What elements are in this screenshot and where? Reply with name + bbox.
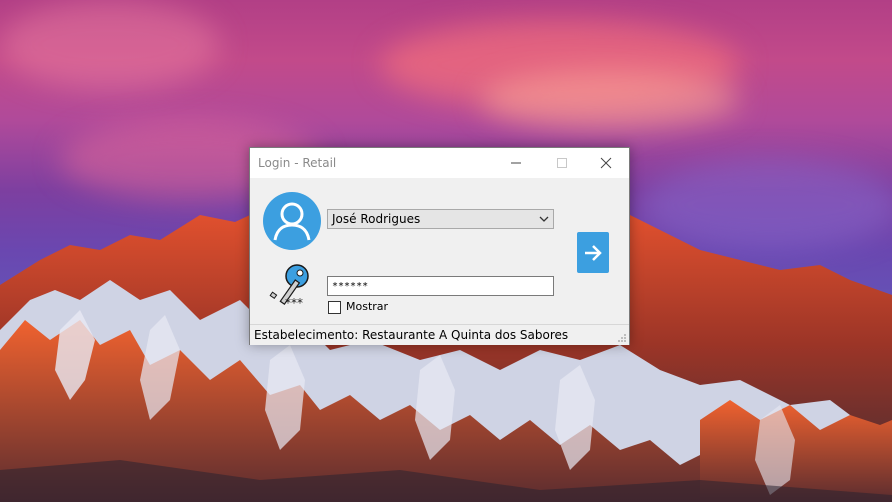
user-select[interactable]: José Rodrigues (327, 209, 554, 229)
maximize-icon (557, 158, 567, 168)
chevron-down-icon (539, 216, 549, 222)
window-title: Login - Retail (258, 156, 337, 170)
user-avatar-icon (263, 192, 321, 250)
title-bar[interactable]: Login - Retail (250, 148, 629, 178)
close-icon (600, 157, 612, 169)
maximize-button[interactable] (539, 148, 585, 178)
password-field[interactable] (327, 276, 554, 296)
status-bar-text: Estabelecimento: Restaurante A Quinta do… (254, 328, 569, 342)
user-select-value: José Rodrigues (332, 212, 421, 226)
arrow-right-icon (585, 244, 602, 261)
minimize-button[interactable] (493, 148, 539, 178)
show-password-label[interactable]: Mostrar (346, 300, 388, 313)
resize-grip-icon[interactable] (617, 333, 627, 343)
show-password-checkbox[interactable] (328, 301, 341, 314)
login-window: Login - Retail José Rodrigues *** ******… (249, 147, 630, 345)
minimize-icon (511, 162, 521, 164)
close-button[interactable] (583, 148, 629, 178)
key-password-icon: *** (269, 264, 309, 309)
svg-text:***: *** (285, 296, 303, 309)
status-bar: Estabelecimento: Restaurante A Quinta do… (250, 324, 629, 345)
login-submit-button[interactable] (577, 232, 609, 273)
